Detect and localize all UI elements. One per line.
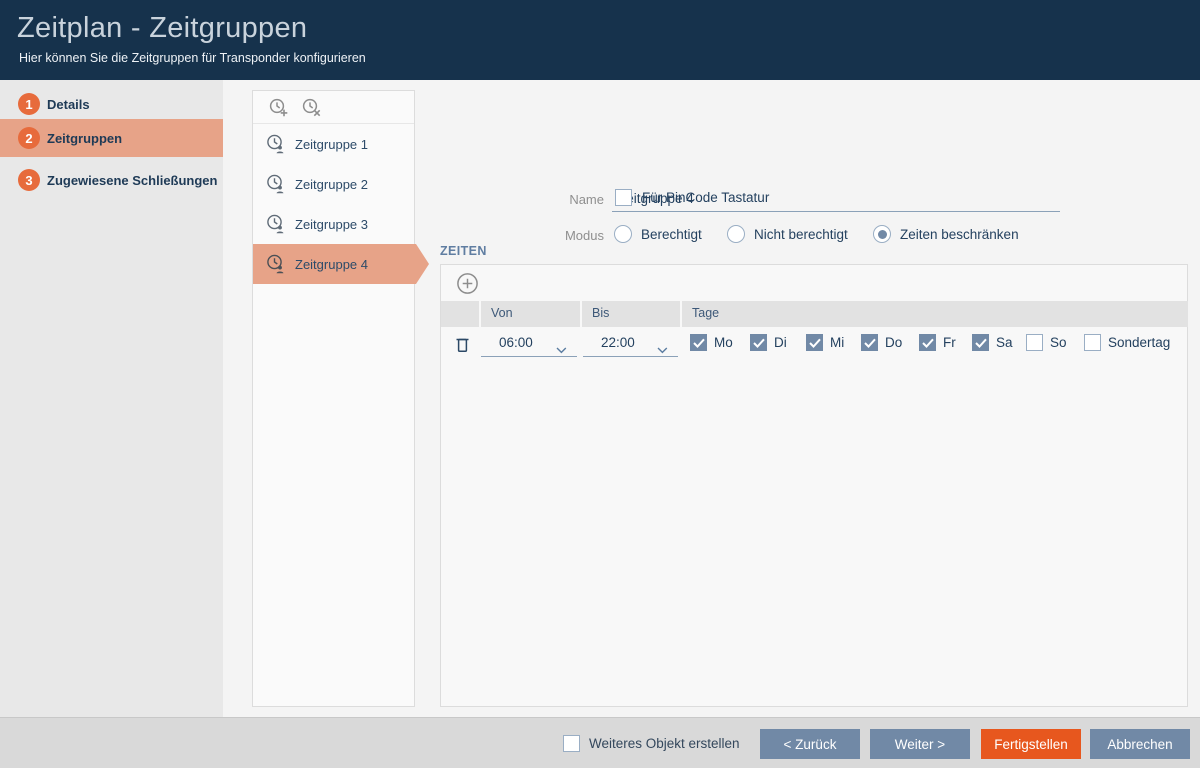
table-header-cell-empty xyxy=(441,301,479,327)
list-item-label: Zeitgruppe 1 xyxy=(295,137,368,152)
step-label: Zugewiesene Schließungen xyxy=(47,173,217,188)
von-value: 06:00 xyxy=(499,335,533,350)
bis-value: 22:00 xyxy=(601,335,635,350)
radio-circle xyxy=(873,225,891,243)
chevron-down-icon xyxy=(556,341,567,359)
clock-x-icon[interactable] xyxy=(301,97,323,119)
checkbox[interactable] xyxy=(750,334,767,351)
radio-label: Nicht berechtigt xyxy=(754,227,848,242)
pincode-checkbox-row[interactable]: Für PinCode Tastatur xyxy=(615,189,769,206)
wizard-header: Zeitplan - Zeitgruppen Hier können Sie d… xyxy=(0,0,1200,80)
day-checkbox-do[interactable]: Do xyxy=(861,334,902,351)
checkbox[interactable] xyxy=(690,334,707,351)
radio-zeiten-beschraenken[interactable]: Zeiten beschränken xyxy=(873,225,1019,243)
list-item-label: Zeitgruppe 4 xyxy=(295,257,368,272)
radio-circle xyxy=(614,225,632,243)
day-label: Do xyxy=(885,335,902,350)
clock-plus-icon[interactable] xyxy=(268,97,290,119)
column-header-label: Bis xyxy=(592,306,609,320)
pincode-label: Für PinCode Tastatur xyxy=(642,190,769,205)
table-header-bis: Bis xyxy=(582,301,680,327)
checkbox[interactable] xyxy=(972,334,989,351)
page-subtitle: Hier können Sie die Zeitgruppen für Tran… xyxy=(19,51,366,65)
step-number-badge: 3 xyxy=(18,169,40,191)
day-label: Sondertag xyxy=(1108,335,1170,350)
day-checkbox-sa[interactable]: Sa xyxy=(972,334,1013,351)
radio-label: Zeiten beschränken xyxy=(900,227,1019,242)
day-checkbox-so[interactable]: So xyxy=(1026,334,1067,351)
checkbox[interactable] xyxy=(861,334,878,351)
pincode-checkbox[interactable] xyxy=(615,189,632,206)
checkbox[interactable] xyxy=(919,334,936,351)
step-label: Details xyxy=(47,97,90,112)
von-select[interactable]: 06:00 xyxy=(481,330,577,357)
clock-user-icon xyxy=(265,173,287,195)
radio-berechtigt[interactable]: Berechtigt xyxy=(614,225,702,243)
chevron-down-icon xyxy=(657,341,668,359)
list-item-label: Zeitgruppe 2 xyxy=(295,177,368,192)
step-number-badge: 2 xyxy=(18,127,40,149)
table-header-von: Von xyxy=(481,301,580,327)
wizard-steps-sidebar: 1 Details 2 Zeitgruppen 3 Zugewiesene Sc… xyxy=(0,80,223,717)
modus-label: Modus xyxy=(544,228,604,243)
step-zeitgruppen[interactable]: 2 Zeitgruppen xyxy=(0,119,223,157)
step-label: Zeitgruppen xyxy=(47,131,122,146)
abbrechen-button[interactable]: Abbrechen xyxy=(1090,729,1190,759)
day-label: Mi xyxy=(830,335,844,350)
table-row: 06:00 22:00 Mo Di Mi xyxy=(441,327,1187,363)
clock-user-icon xyxy=(265,253,287,275)
clock-user-icon xyxy=(265,133,287,155)
time-group-toolbar xyxy=(253,91,414,124)
radio-nicht-berechtigt[interactable]: Nicht berechtigt xyxy=(727,225,848,243)
radio-label: Berechtigt xyxy=(641,227,702,242)
day-label: So xyxy=(1050,335,1067,350)
clock-user-icon xyxy=(265,213,287,235)
footer-bar: Weiteres Objekt erstellen < Zurück Weite… xyxy=(0,717,1200,768)
day-label: Di xyxy=(774,335,787,350)
main-content: Zeitgruppe 1 Zeitgruppe 2 Zeitgruppe 3 Z… xyxy=(223,80,1200,717)
day-checkbox-fr[interactable]: Fr xyxy=(919,334,956,351)
column-header-label: Von xyxy=(491,306,513,320)
list-item[interactable]: Zeitgruppe 4 xyxy=(253,244,416,284)
zurueck-button[interactable]: < Zurück xyxy=(760,729,860,759)
bis-select[interactable]: 22:00 xyxy=(583,330,678,357)
time-group-list-panel: Zeitgruppe 1 Zeitgruppe 2 Zeitgruppe 3 Z… xyxy=(252,90,415,707)
day-checkbox-di[interactable]: Di xyxy=(750,334,787,351)
list-item-label: Zeitgruppe 3 xyxy=(295,217,368,232)
fertigstellen-button[interactable]: Fertigstellen xyxy=(981,729,1081,759)
day-label: Mo xyxy=(714,335,733,350)
day-checkbox-sondertag[interactable]: Sondertag xyxy=(1084,334,1170,351)
column-header-label: Tage xyxy=(692,306,719,320)
checkbox[interactable] xyxy=(1084,334,1101,351)
day-checkbox-mi[interactable]: Mi xyxy=(806,334,844,351)
zeiten-section-title: ZEITEN xyxy=(440,244,487,258)
day-label: Sa xyxy=(996,335,1013,350)
list-item[interactable]: Zeitgruppe 2 xyxy=(253,164,414,204)
radio-circle xyxy=(727,225,745,243)
step-number-badge: 1 xyxy=(18,93,40,115)
weiteres-objekt-checkbox[interactable] xyxy=(563,735,580,752)
name-label: Name xyxy=(544,192,604,207)
weiteres-objekt-label: Weiteres Objekt erstellen xyxy=(589,736,740,751)
list-item[interactable]: Zeitgruppe 1 xyxy=(253,124,414,164)
plus-circle-icon[interactable] xyxy=(456,272,479,295)
checkbox[interactable] xyxy=(806,334,823,351)
trash-icon[interactable] xyxy=(454,335,471,354)
weiteres-objekt-row[interactable]: Weiteres Objekt erstellen xyxy=(563,735,740,752)
zeiten-panel: Von Bis Tage 06:00 22:00 xyxy=(440,264,1188,707)
page-title: Zeitplan - Zeitgruppen xyxy=(17,12,307,45)
table-header-tage: Tage xyxy=(682,301,1188,327)
day-checkbox-mo[interactable]: Mo xyxy=(690,334,733,351)
checkbox[interactable] xyxy=(1026,334,1043,351)
step-details[interactable]: 1 Details xyxy=(0,85,223,123)
day-label: Fr xyxy=(943,335,956,350)
list-item[interactable]: Zeitgruppe 3 xyxy=(253,204,414,244)
weiter-button[interactable]: Weiter > xyxy=(870,729,970,759)
step-zugewiesene-schliessungen[interactable]: 3 Zugewiesene Schließungen xyxy=(0,161,223,199)
